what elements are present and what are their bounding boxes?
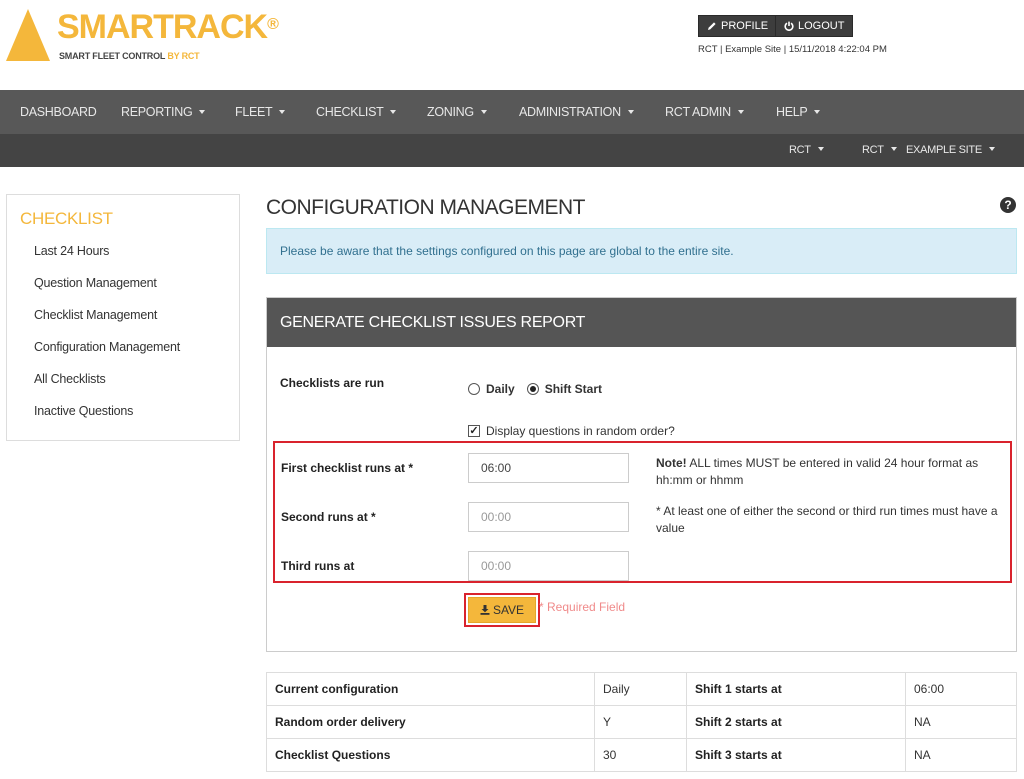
power-icon bbox=[784, 21, 794, 31]
header: SMARTRACK® SMART FLEET CONTROL BY RCT PR… bbox=[0, 0, 1024, 88]
shift-value: NA bbox=[905, 738, 1017, 772]
radio-shift-start[interactable] bbox=[526, 383, 539, 395]
run-times-note: * At least one of either the second or t… bbox=[656, 504, 998, 535]
page-title: CONFIGURATION MANAGEMENT bbox=[266, 196, 585, 219]
caret-down-icon bbox=[988, 147, 995, 152]
radio-daily-label[interactable]: Daily bbox=[486, 382, 515, 396]
caret-down-icon bbox=[737, 109, 744, 114]
table-row: Random order delivery Y Shift 2 starts a… bbox=[266, 705, 1017, 739]
sidebar: CHECKLIST Last 24 Hours Question Managem… bbox=[6, 194, 240, 441]
nav-rct-admin[interactable]: RCT ADMIN bbox=[665, 90, 744, 134]
nav-org-rct[interactable]: RCT bbox=[789, 134, 824, 167]
sidebar-item-all-checklists[interactable]: All Checklists bbox=[34, 372, 106, 386]
row-value: 30 bbox=[594, 738, 687, 772]
sidebar-item-checklist-management[interactable]: Checklist Management bbox=[34, 308, 157, 322]
row-value: Y bbox=[594, 705, 687, 739]
caret-down-icon bbox=[817, 147, 824, 152]
nav-site-select[interactable]: EXAMPLE SITE bbox=[906, 134, 995, 167]
nav-checklist[interactable]: CHECKLIST bbox=[316, 90, 397, 134]
sidebar-item-last-24-hours[interactable]: Last 24 Hours bbox=[34, 244, 109, 258]
download-icon bbox=[480, 605, 490, 615]
row-label: Current configuration bbox=[266, 672, 595, 706]
shift-value: 06:00 bbox=[905, 672, 1017, 706]
random-order-checkbox[interactable]: ✓ bbox=[468, 425, 480, 437]
info-alert: Please be aware that the settings config… bbox=[266, 228, 1017, 274]
nav-zoning[interactable]: ZONING bbox=[427, 90, 487, 134]
config-summary-table: Current configuration Daily Shift 1 star… bbox=[266, 672, 1017, 772]
second-run-input[interactable]: 00:00 bbox=[468, 502, 629, 532]
caret-down-icon bbox=[480, 109, 487, 114]
shift-value: NA bbox=[905, 705, 1017, 739]
shift-label: Shift 3 starts at bbox=[686, 738, 906, 772]
sidebar-item-inactive-questions[interactable]: Inactive Questions bbox=[34, 404, 133, 418]
caret-down-icon bbox=[890, 147, 897, 152]
caret-down-icon bbox=[814, 109, 821, 114]
logo-brand[interactable]: SMARTRACK® bbox=[57, 7, 279, 47]
run-frequency-label: Checklists are run bbox=[280, 376, 385, 390]
caret-down-icon bbox=[627, 109, 634, 114]
nav-company-rct[interactable]: RCT bbox=[862, 134, 897, 167]
nav-reporting[interactable]: REPORTING bbox=[121, 90, 206, 134]
run-frequency-group: Daily Shift Start bbox=[468, 382, 602, 396]
format-note: Note! ALL times MUST be entered in valid… bbox=[656, 456, 979, 487]
radio-shift-start-label[interactable]: Shift Start bbox=[545, 382, 602, 396]
nav-fleet[interactable]: FLEET bbox=[235, 90, 286, 134]
table-row: Current configuration Daily Shift 1 star… bbox=[266, 672, 1017, 706]
third-run-input[interactable]: 00:00 bbox=[468, 551, 629, 581]
save-button[interactable]: SAVE bbox=[468, 597, 536, 623]
sidebar-item-question-management[interactable]: Question Management bbox=[34, 276, 157, 290]
logo-tagline: SMART FLEET CONTROL BY RCT bbox=[59, 51, 200, 61]
save-highlight: SAVE bbox=[464, 593, 540, 627]
radio-daily[interactable] bbox=[468, 383, 480, 395]
logout-button[interactable]: LOGOUT bbox=[775, 15, 854, 37]
nav-help[interactable]: HELP bbox=[776, 90, 821, 134]
sidebar-item-configuration-management[interactable]: Configuration Management bbox=[34, 340, 180, 354]
panel-title: GENERATE CHECKLIST ISSUES REPORT bbox=[267, 298, 1016, 347]
first-run-input[interactable]: 06:00 bbox=[468, 453, 629, 483]
nav-dashboard[interactable]: DASHBOARD bbox=[20, 90, 97, 134]
help-icon[interactable]: ? bbox=[1000, 197, 1016, 213]
shift-label: Shift 1 starts at bbox=[686, 672, 906, 706]
caret-down-icon bbox=[279, 109, 286, 114]
table-row: Checklist Questions 30 Shift 3 starts at… bbox=[266, 738, 1017, 772]
report-panel: GENERATE CHECKLIST ISSUES REPORT Checkli… bbox=[266, 297, 1017, 652]
random-order-row: ✓ Display questions in random order? bbox=[468, 424, 675, 438]
caret-down-icon bbox=[199, 109, 206, 114]
row-value: Daily bbox=[594, 672, 687, 706]
first-run-label: First checklist runs at * bbox=[281, 461, 414, 475]
nav-administration[interactable]: ADMINISTRATION bbox=[519, 90, 634, 134]
shift-label: Shift 2 starts at bbox=[686, 705, 906, 739]
pencil-icon bbox=[708, 22, 716, 30]
required-field-note: * Required Field bbox=[539, 600, 626, 614]
second-run-label: Second runs at * bbox=[281, 510, 376, 524]
caret-down-icon bbox=[390, 109, 397, 114]
third-run-label: Third runs at bbox=[281, 559, 355, 573]
secondary-nav: RCT RCT EXAMPLE SITE bbox=[0, 134, 1024, 167]
row-label: Random order delivery bbox=[266, 705, 595, 739]
random-order-label[interactable]: Display questions in random order? bbox=[486, 424, 675, 438]
sidebar-title: CHECKLIST bbox=[20, 209, 113, 228]
row-label: Checklist Questions bbox=[266, 738, 595, 772]
primary-nav: DASHBOARD REPORTING FLEET CHECKLIST ZONI… bbox=[0, 90, 1024, 134]
session-info: RCT | Example Site | 15/11/2018 4:22:04 … bbox=[698, 44, 887, 55]
profile-button[interactable]: PROFILE bbox=[698, 15, 778, 37]
logo-triangle-icon bbox=[6, 9, 50, 61]
